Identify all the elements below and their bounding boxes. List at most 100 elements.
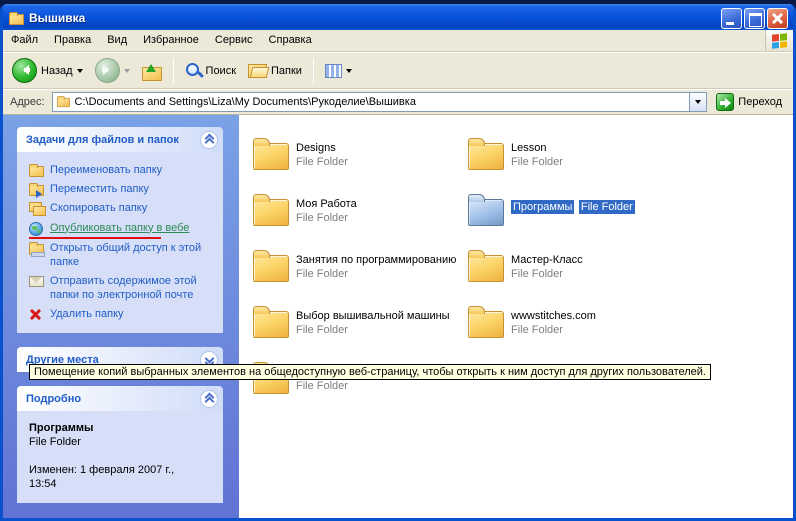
folder-icon	[253, 199, 289, 226]
file-item-vybor-mashiny[interactable]: Выбор вышивальной машины File Folder	[253, 303, 468, 346]
windows-logo-icon	[772, 33, 787, 49]
section-file-tasks-header[interactable]: Задачи для файлов и папок	[17, 127, 223, 152]
search-button[interactable]: Поиск	[180, 59, 241, 82]
file-text: Lesson File Folder	[511, 135, 563, 169]
file-type: File Folder	[296, 379, 348, 393]
menu-view[interactable]: Вид	[99, 30, 135, 51]
go-button[interactable]: Переход	[712, 92, 788, 112]
file-text: wwwstitches.com File Folder	[511, 303, 596, 337]
folders-button[interactable]: Папки	[243, 61, 307, 81]
menu-favorites[interactable]: Избранное	[135, 30, 207, 51]
window-title: Вышивка	[29, 11, 716, 25]
menu-tools[interactable]: Сервис	[207, 30, 261, 51]
chevron-up-icon	[205, 394, 214, 404]
file-item-lesson[interactable]: Lesson File Folder	[468, 135, 683, 178]
menu-edit[interactable]: Правка	[46, 30, 99, 51]
folder-copy-icon	[29, 202, 45, 216]
back-dropdown-icon	[77, 69, 83, 76]
task-email-folder[interactable]: Отправить содержимое этой папки по элект…	[29, 271, 219, 304]
forward-icon	[95, 58, 120, 83]
back-label: Назад	[41, 65, 73, 77]
file-name: Программы	[511, 200, 574, 214]
maximize-button[interactable]	[744, 8, 765, 29]
address-combobox[interactable]: C:\Documents and Settings\Liza\My Docume…	[52, 92, 708, 112]
file-item-moya-rabota[interactable]: Моя Работа File Folder	[253, 191, 468, 234]
task-publish-folder[interactable]: Опубликовать папку в вебе	[29, 218, 219, 238]
tooltip: Помещение копий выбранных элементов на о…	[29, 364, 711, 380]
file-type: File Folder	[511, 155, 563, 169]
delete-x-icon	[29, 308, 41, 321]
folder-icon	[468, 255, 504, 282]
folder-icon	[253, 143, 289, 170]
file-type: File Folder	[296, 211, 357, 225]
icon-slot	[29, 241, 45, 255]
file-item-designs[interactable]: Designs File Folder	[253, 135, 468, 178]
collapse-button[interactable]	[200, 131, 218, 149]
chevron-up-icon	[205, 135, 214, 145]
task-label: Открыть общий доступ к этой папке	[50, 241, 219, 269]
icon-slot	[29, 182, 45, 196]
task-pane: Задачи для файлов и папок Переименовать …	[3, 115, 239, 518]
menu-help[interactable]: Справка	[261, 30, 320, 51]
close-button[interactable]	[767, 8, 788, 29]
task-rename-folder[interactable]: Переименовать папку	[29, 160, 219, 179]
task-label: Удалить папку	[50, 307, 124, 321]
toolbar-separator	[313, 58, 314, 84]
back-icon	[12, 58, 37, 83]
task-delete-folder[interactable]: Удалить папку	[29, 304, 219, 323]
file-type: File Folder	[296, 267, 456, 281]
window-controls	[721, 8, 788, 29]
up-button[interactable]	[137, 56, 167, 85]
task-move-folder[interactable]: Переместить папку	[29, 179, 219, 198]
up-folder-icon	[142, 59, 162, 82]
folder-icon	[468, 143, 504, 170]
collapse-button[interactable]	[200, 390, 218, 408]
address-dropdown-button[interactable]	[689, 93, 706, 111]
file-type: File Folder	[511, 323, 596, 337]
file-name: Lesson	[511, 141, 563, 155]
file-name: Моя Работа	[296, 197, 357, 211]
address-folder-icon	[57, 98, 70, 107]
file-type: File Folder	[511, 267, 583, 281]
menu-file[interactable]: Файл	[3, 30, 46, 51]
toolbar: Назад Поиск Папки	[3, 52, 793, 89]
titlebar: Вышивка	[3, 4, 793, 30]
task-copy-folder[interactable]: Скопировать папку	[29, 198, 219, 218]
file-item-master-klass[interactable]: Мастер-Класс File Folder	[468, 247, 683, 290]
section-details: Подробно Программы File Folder Изменен: …	[17, 386, 223, 503]
file-item-wwwstitches[interactable]: wwwstitches.com File Folder	[468, 303, 683, 346]
window-folder-icon	[9, 14, 24, 25]
folder-move-icon	[29, 185, 44, 196]
minimize-button[interactable]	[721, 8, 742, 29]
file-type: File Folder	[296, 323, 450, 337]
views-icon	[325, 64, 342, 78]
section-file-tasks: Задачи для файлов и папок Переименовать …	[17, 127, 223, 333]
views-button[interactable]	[320, 61, 357, 81]
folders-icon	[248, 64, 267, 78]
folder-icon	[468, 311, 504, 338]
file-type: File Folder	[296, 155, 348, 169]
window-body: Задачи для файлов и папок Переименовать …	[3, 115, 793, 518]
forward-button[interactable]	[90, 55, 135, 86]
icon-slot	[29, 307, 45, 321]
file-text: Designs File Folder	[296, 135, 348, 169]
chevron-down-icon	[205, 355, 214, 365]
file-type: File Folder	[579, 200, 635, 214]
file-item-zanyatiya[interactable]: Занятия по программированию File Folder	[253, 247, 468, 290]
section-file-tasks-body: Переименовать папку Переместить папку Ск…	[17, 152, 223, 333]
address-label: Адрес:	[8, 96, 47, 108]
views-dropdown-icon	[346, 69, 352, 76]
file-name: Designs	[296, 141, 348, 155]
file-text: Выбор вышивальной машины File Folder	[296, 303, 450, 337]
file-item-programmy-selected[interactable]: Программы File Folder	[468, 191, 683, 234]
back-button[interactable]: Назад	[7, 55, 88, 86]
forward-dropdown-icon	[124, 69, 130, 76]
search-icon	[185, 62, 202, 79]
folder-icon-selected	[468, 199, 504, 226]
folders-label: Папки	[271, 65, 302, 77]
file-text: Мастер-Класс File Folder	[511, 247, 583, 281]
section-details-header[interactable]: Подробно	[17, 386, 223, 411]
icon-slot	[29, 274, 45, 287]
task-share-folder[interactable]: Открыть общий доступ к этой папке	[29, 238, 219, 271]
file-name: Мастер-Класс	[511, 253, 583, 267]
